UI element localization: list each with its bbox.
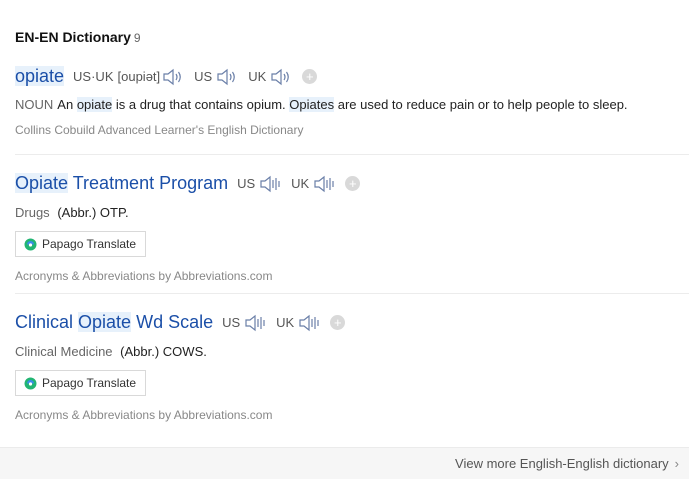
plus-icon[interactable]: + — [345, 176, 361, 191]
section-count: 9 — [133, 31, 141, 45]
uk-label: UK — [248, 69, 267, 84]
uk-label: UK — [276, 315, 295, 330]
speaker-icon[interactable] — [216, 68, 238, 86]
headword[interactable]: opiate — [15, 66, 65, 87]
abbreviation: (Abbr.) OTP. — [57, 205, 129, 220]
speaker-icon[interactable] — [244, 314, 266, 332]
footer: View more English-English dictionary › — [0, 447, 689, 479]
pronunciation: US UK — [237, 175, 339, 193]
us-label: US — [237, 176, 256, 191]
pronunciation: US·UK [oupiət] US UK — [73, 68, 296, 86]
category: Drugs — [15, 205, 50, 220]
papago-icon — [24, 377, 37, 389]
speaker-icon[interactable] — [259, 175, 281, 193]
plus-icon[interactable]: + — [330, 315, 346, 330]
source: Collins Cobuild Advanced Learner's Engli… — [15, 123, 304, 137]
entry-clinical-opiate-wd-scale: Clinical Opiate Wd Scale US UK + Clinica… — [15, 312, 689, 422]
part-of-speech: NOUN — [15, 97, 54, 112]
papago-translate-button[interactable]: Papago Translate — [15, 231, 147, 257]
papago-icon — [24, 238, 37, 250]
entry-opiate: opiate US·UK [oupiət] US UK + NOUN An opi… — [15, 66, 689, 137]
us-label: US — [222, 315, 241, 330]
us-uk-label: US·UK — [73, 69, 114, 84]
headword[interactable]: Opiate Treatment Program — [15, 173, 228, 194]
papago-label: Papago Translate — [42, 237, 137, 251]
entry-opiate-treatment-program: Opiate Treatment Program US UK + Drugs (… — [15, 173, 689, 283]
divider — [15, 293, 689, 294]
divider — [15, 154, 689, 155]
chevron-right-icon: › — [674, 456, 679, 471]
definition: NOUN An opiate is a drug that contains op… — [15, 97, 628, 112]
abbreviation: (Abbr.) COWS. — [120, 344, 207, 359]
section-title-text: EN-EN Dictionary — [15, 29, 131, 45]
section-title: EN-EN Dictionary 9 — [15, 29, 141, 45]
papago-translate-button[interactable]: Papago Translate — [15, 370, 147, 396]
speaker-icon[interactable] — [298, 314, 320, 332]
uk-label: UK — [291, 176, 310, 191]
category: Clinical Medicine — [15, 344, 113, 359]
category-row: Drugs (Abbr.) OTP. — [15, 205, 689, 220]
us-label: US — [194, 69, 213, 84]
pronunciation: US UK — [222, 314, 324, 332]
source: Acronyms & Abbreviations by Abbreviation… — [15, 269, 273, 283]
source: Acronyms & Abbreviations by Abbreviation… — [15, 408, 273, 422]
ipa-text: [oupiət] — [117, 69, 161, 84]
papago-label: Papago Translate — [42, 376, 137, 390]
category-row: Clinical Medicine (Abbr.) COWS. — [15, 344, 689, 359]
speaker-icon[interactable] — [270, 68, 292, 86]
speaker-icon[interactable] — [162, 68, 184, 86]
plus-icon[interactable]: + — [302, 69, 318, 84]
view-more-link[interactable]: View more English-English dictionary › — [455, 456, 679, 471]
headword[interactable]: Clinical Opiate Wd Scale — [15, 312, 213, 333]
speaker-icon[interactable] — [313, 175, 335, 193]
